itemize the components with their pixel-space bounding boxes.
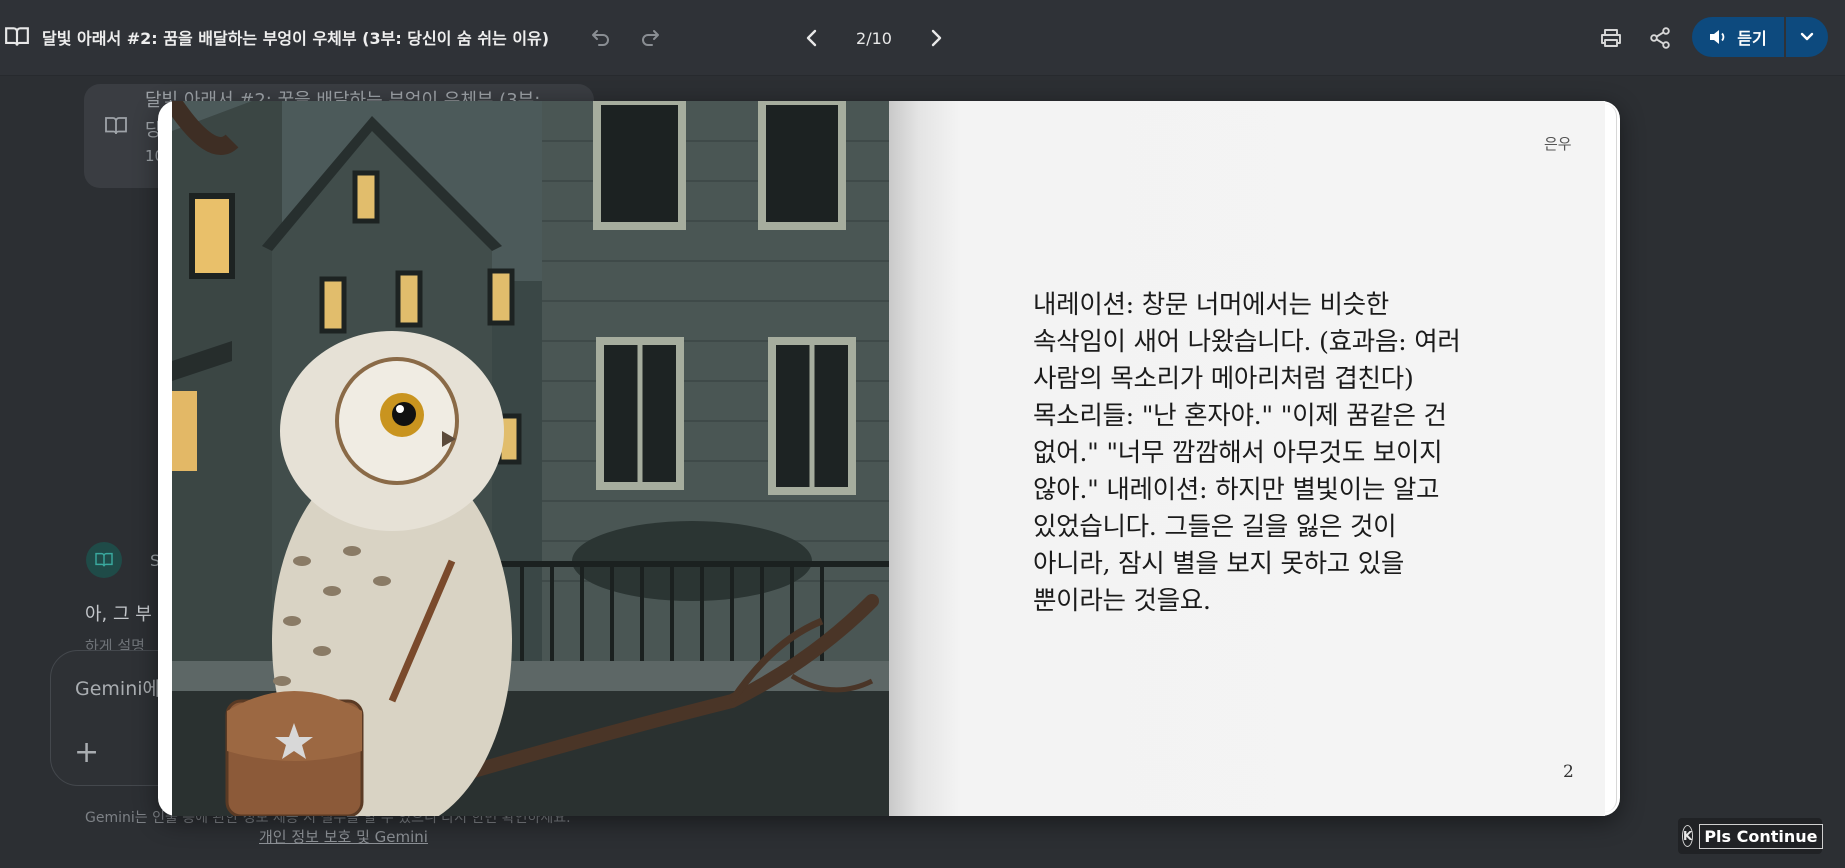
- share-icon: [1650, 27, 1670, 49]
- add-button[interactable]: +: [74, 735, 99, 770]
- story-illustration: [172, 101, 889, 816]
- extension-continue-button[interactable]: K Pls Continue: [1678, 818, 1823, 854]
- print-icon: [1601, 29, 1621, 47]
- owl-illustration: [172, 101, 889, 816]
- title-area: 달빛 아래서 #2: 꿈을 배달하는 부엉이 우체부 (3부: 당신이 숨 쉬는…: [4, 22, 549, 52]
- extension-badge-icon: K: [1682, 825, 1694, 847]
- avatar: [86, 542, 122, 578]
- next-page-button[interactable]: [920, 22, 952, 54]
- extension-label: Pls Continue: [1699, 823, 1823, 849]
- prompt-placeholder: Gemini에: [75, 678, 161, 700]
- chevron-left-icon: [806, 29, 817, 47]
- speaker-icon: [1710, 30, 1725, 44]
- undo-button[interactable]: [587, 24, 615, 52]
- book-icon: [4, 26, 30, 48]
- top-toolbar: 달빛 아래서 #2: 꿈을 배달하는 부엉이 우체부 (3부: 당신이 숨 쉬는…: [0, 0, 1845, 76]
- page-indicator: 2/10: [856, 28, 892, 48]
- story-text: 내레이션: 창문 너머에서는 비슷한 속삭임이 새어 나왔습니다. (효과음: …: [1033, 290, 1461, 616]
- redo-button[interactable]: [636, 24, 664, 52]
- print-button[interactable]: [1595, 22, 1627, 54]
- share-button[interactable]: [1644, 22, 1676, 54]
- chat-message: 아, 그 부: [85, 604, 152, 625]
- page-navigator: 2/10: [796, 20, 952, 56]
- author-name: 은우: [1544, 135, 1572, 153]
- chevron-down-icon: [1800, 32, 1814, 41]
- book-page-edge: [1605, 104, 1617, 812]
- book-icon: [104, 116, 128, 140]
- page-number: 2: [1563, 762, 1574, 782]
- listen-controls: 듣기: [1692, 17, 1828, 57]
- document-title: 달빛 아래서 #2: 꿈을 배달하는 부엉이 우체부 (3부: 당신이 숨 쉬는…: [42, 29, 550, 48]
- undo-icon: [592, 30, 609, 46]
- book-icon: [95, 552, 113, 567]
- privacy-link[interactable]: 개인 정보 보호 및 Gemini: [259, 826, 428, 847]
- chevron-right-icon: [931, 29, 942, 47]
- listen-button[interactable]: 듣기: [1692, 17, 1784, 57]
- previous-page-button[interactable]: [796, 22, 828, 54]
- listen-options-dropdown[interactable]: [1786, 17, 1828, 57]
- listen-label: 듣기: [1737, 29, 1767, 48]
- redo-icon: [642, 30, 659, 46]
